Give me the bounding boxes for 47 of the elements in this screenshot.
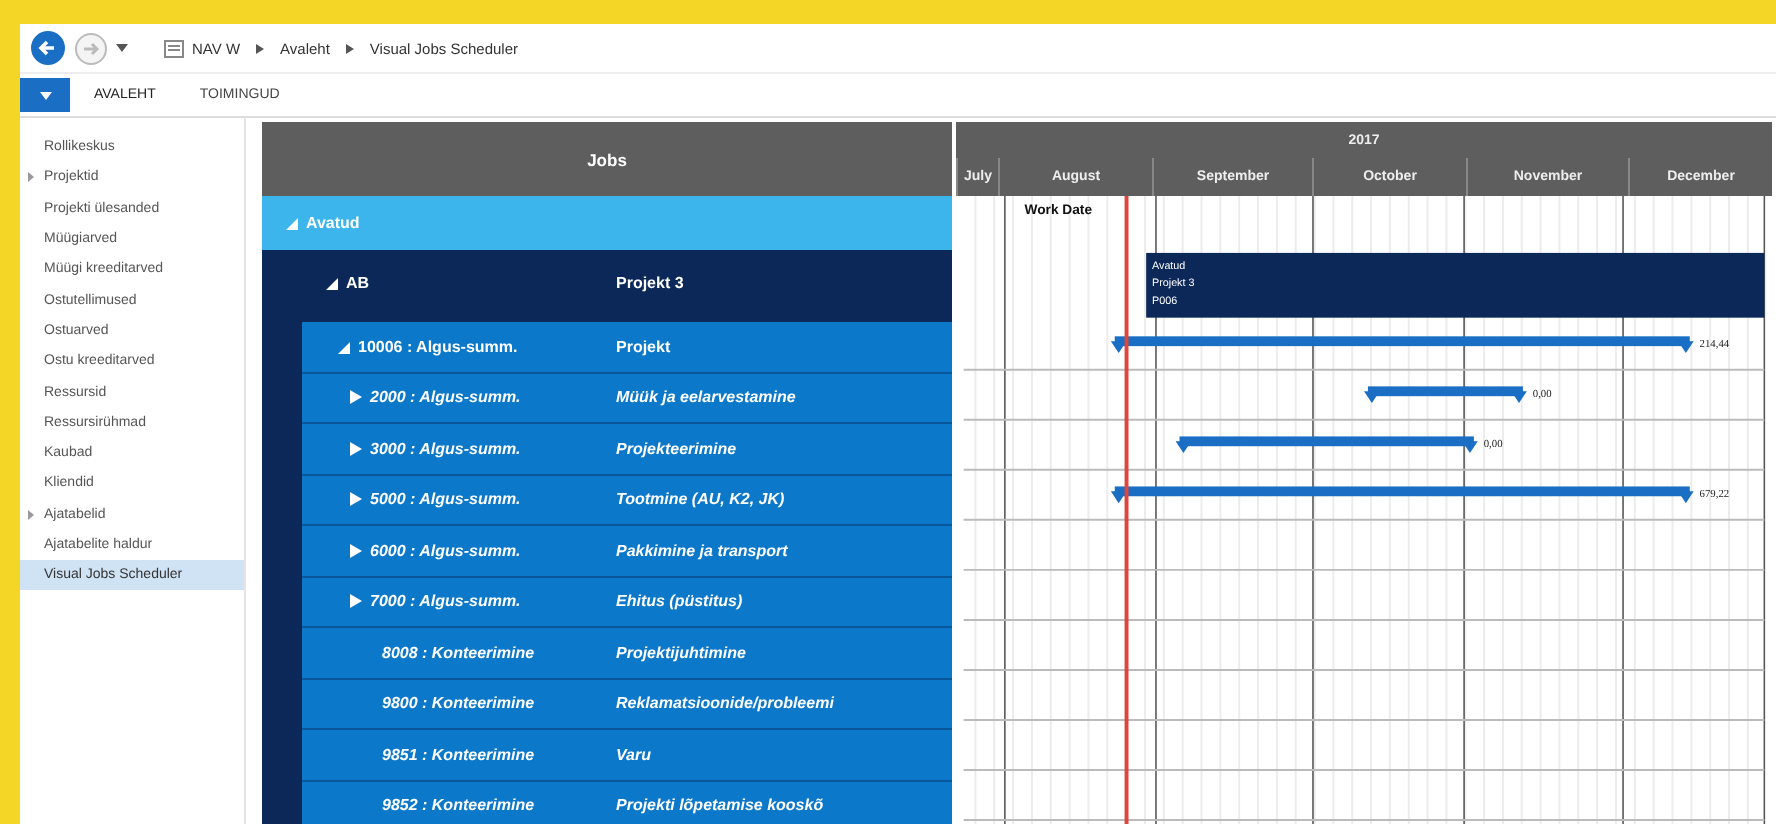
job-name: 9852 : Konteerimine xyxy=(382,796,535,815)
job-row[interactable]: 5000 : Algus-summ. Tootmine (AU, K2, JK) xyxy=(302,475,952,526)
job-name: 6000 : Algus-summ. xyxy=(370,541,521,560)
summary-bar[interactable] xyxy=(1110,336,1694,353)
caret-icon xyxy=(39,91,51,99)
job-name: 9851 : Konteerimine xyxy=(382,745,535,764)
summary-bar[interactable] xyxy=(1364,386,1527,404)
menu-button[interactable] xyxy=(20,78,70,112)
job-name: Avatud xyxy=(306,214,360,232)
job-description: Müük ja eelarvestamine xyxy=(616,388,796,407)
job-description: Projekti lõpetamise kooskõ xyxy=(616,796,824,815)
expander-icon[interactable] xyxy=(326,276,338,290)
job-description: Tootmine (AU, K2, JK) xyxy=(616,490,785,509)
job-description: Projektijuhtimine xyxy=(616,643,746,662)
job-description: Projekteerimine xyxy=(616,439,737,458)
summary-bar[interactable] xyxy=(1175,436,1478,454)
job-row[interactable]: 10006 : Algus-summ. Projekt xyxy=(302,322,952,373)
job-name: 7000 : Algus-summ. xyxy=(370,592,521,611)
job-name: 2000 : Algus-summ. xyxy=(370,388,521,407)
job-row[interactable]: 9800 : Konteerimine Reklamatsioonide/probleemi xyxy=(302,679,952,730)
job-row[interactable]: 9852 : Konteerimine Projekti lõpetamise kooskõ xyxy=(302,781,952,824)
job-name: AB xyxy=(346,274,370,292)
job-row[interactable]: 8008 : Konteerimine Projektijuhtimine xyxy=(302,628,952,679)
job-name: 10006 : Algus-summ. xyxy=(358,337,518,356)
job-row[interactable]: 6000 : Algus-summ. Pakkimine ja transport xyxy=(302,526,952,577)
job-description: Projekt xyxy=(616,337,671,356)
job-row[interactable]: 2000 : Algus-summ. Müük ja eelarvestamine xyxy=(302,373,952,424)
job-name: 5000 : Algus-summ. xyxy=(370,490,521,509)
back-icon[interactable] xyxy=(30,30,66,66)
job-description: Reklamatsioonide/probleemi xyxy=(616,694,834,713)
job-description: Pakkimine ja transport xyxy=(616,541,788,560)
page-icon xyxy=(164,39,184,57)
job-description: Ehitus (püstitus) xyxy=(616,592,743,611)
job-row[interactable]: AB Projekt 3 xyxy=(262,250,952,322)
job-name: 8008 : Konteerimine xyxy=(382,643,535,662)
caret-icon[interactable] xyxy=(116,44,128,52)
job-description: Projekt 3 xyxy=(616,274,684,292)
job-name: 9800 : Konteerimine xyxy=(382,694,535,713)
job-row[interactable]: 3000 : Algus-summ. Projekteerimine xyxy=(302,424,952,475)
job-row[interactable]: 7000 : Algus-summ. Ehitus (püstitus) xyxy=(302,577,952,628)
job-name: 3000 : Algus-summ. xyxy=(370,439,521,458)
summary-bar[interactable] xyxy=(1110,486,1694,504)
chevron-icon xyxy=(256,43,265,53)
chevron-icon xyxy=(345,43,354,53)
column-header: Jobs xyxy=(262,122,952,196)
job-description: Varu xyxy=(616,745,651,764)
job-row[interactable]: 9851 : Konteerimine Varu xyxy=(302,730,952,781)
